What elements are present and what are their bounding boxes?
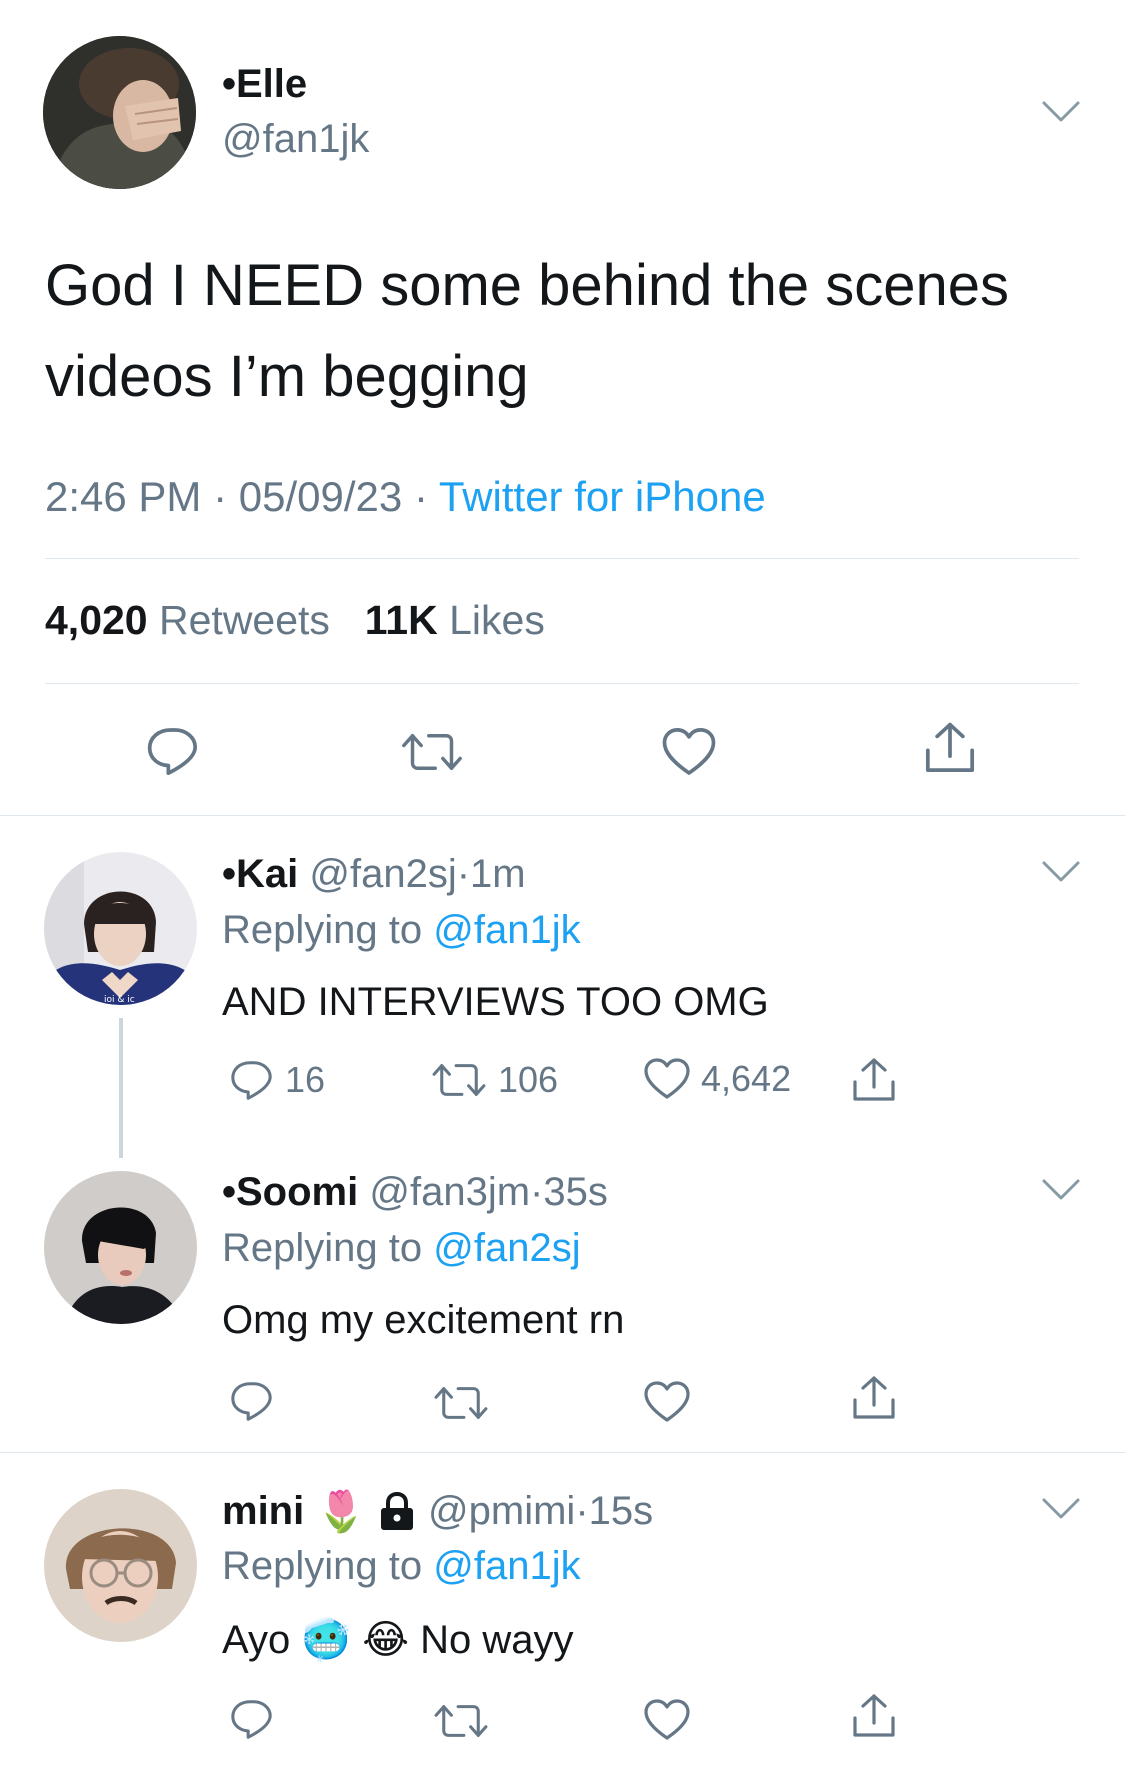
chevron-down-icon[interactable] (1041, 1178, 1081, 1202)
reply-count: 16 (285, 1059, 326, 1100)
replying-label: Replying to (222, 1226, 423, 1270)
tweet-source-link[interactable]: Twitter for iPhone (439, 473, 766, 520)
replying-label: Replying to (222, 1544, 423, 1588)
divider (45, 683, 1079, 684)
divider (0, 1452, 1125, 1453)
handle[interactable]: @fan2sj (309, 852, 456, 896)
retweet-count: 4,020 (45, 597, 148, 643)
separator: · (530, 1170, 544, 1214)
divider (45, 558, 1079, 559)
reply-text-emojis: 🥶 😂 (301, 1618, 409, 1662)
reply-text-start: Ayo (222, 1618, 291, 1662)
chevron-down-icon[interactable] (1041, 1497, 1081, 1521)
display-name[interactable]: •Kai (222, 852, 298, 896)
replying-to: Replying to @fan2sj (222, 1226, 581, 1271)
svg-text:ioi & ic: ioi & ic (104, 995, 135, 1005)
retweet-icon (430, 1057, 488, 1103)
reply-icon[interactable] (229, 1378, 275, 1424)
replying-to: Replying to @fan1jk (222, 908, 581, 953)
separator: · (413, 473, 428, 520)
display-name[interactable]: •Soomi (222, 1170, 358, 1214)
reply-header: •Kai @fan2sj·1m (222, 852, 526, 897)
mention-link[interactable]: @fan2sj (433, 1226, 580, 1270)
retweet-icon[interactable] (398, 726, 466, 778)
timestamp[interactable]: 35s (543, 1170, 608, 1214)
retweet-metric[interactable]: 106 (430, 1057, 558, 1103)
tweet-text-line-1: God I NEED some behind the scenes (45, 253, 1009, 318)
like-count: 11K (364, 597, 438, 643)
like-label: Likes (449, 597, 545, 643)
retweet-stat[interactable]: 4,020 Retweets (45, 597, 341, 643)
replying-label: Replying to (222, 908, 423, 952)
avatar[interactable]: ioi & ic (44, 852, 197, 1005)
handle[interactable]: @fan3jm (369, 1170, 530, 1214)
reply-header: •Soomi @fan3jm·35s (222, 1170, 608, 1215)
tulip-emoji: 🌷 (316, 1490, 367, 1534)
chevron-down-icon[interactable] (1041, 100, 1081, 124)
thread-line (119, 1018, 123, 1158)
tweet-stats: 4,020 Retweets 11K Likes (45, 597, 545, 644)
avatar[interactable] (43, 36, 196, 189)
like-icon[interactable] (643, 1380, 691, 1424)
separator: · (213, 473, 228, 520)
like-metric[interactable]: 4,642 (643, 1057, 791, 1101)
reply-text: Ayo 🥶 😂 No wayy (222, 1616, 574, 1663)
timestamp[interactable]: 15s (589, 1489, 654, 1533)
mention-link[interactable]: @fan1jk (433, 908, 580, 952)
retweet-icon[interactable] (432, 1698, 490, 1744)
handle[interactable]: @pmimi (428, 1489, 575, 1533)
reply-header: mini 🌷 @pmimi·15s (222, 1488, 653, 1535)
reply-icon[interactable] (229, 1696, 275, 1742)
replying-to: Replying to @fan1jk (222, 1544, 581, 1589)
tweet-meta: 2:46 PM · 05/09/23 · Twitter for iPhone (45, 473, 766, 521)
tweet-text: God I NEED some behind the scenes videos… (45, 240, 1009, 422)
like-count: 4,642 (701, 1058, 792, 1099)
reply-text: AND INTERVIEWS TOO OMG (222, 980, 769, 1024)
display-name[interactable]: mini (222, 1489, 304, 1534)
timestamp[interactable]: 1m (470, 852, 526, 896)
divider (0, 815, 1125, 816)
separator: · (575, 1489, 589, 1533)
reply-icon (229, 1057, 275, 1103)
handle[interactable]: @fan1jk (222, 117, 369, 162)
tweet-text-line-2: videos I’m begging (45, 344, 529, 409)
share-icon[interactable] (850, 1374, 898, 1422)
retweet-icon[interactable] (432, 1380, 490, 1426)
share-icon[interactable] (850, 1056, 898, 1104)
like-icon[interactable] (643, 1698, 691, 1742)
separator: · (456, 852, 471, 896)
share-icon[interactable] (922, 720, 978, 776)
tweet-date: 05/09/23 (238, 473, 403, 520)
reply-text-end: No wayy (420, 1618, 574, 1662)
mention-link[interactable]: @fan1jk (433, 1544, 580, 1588)
like-icon (643, 1057, 691, 1101)
display-name[interactable]: •Elle (222, 62, 307, 107)
share-icon[interactable] (850, 1692, 898, 1740)
reply-metric[interactable]: 16 (229, 1057, 325, 1103)
retweet-count: 106 (498, 1059, 559, 1100)
retweet-label: Retweets (159, 597, 330, 643)
tweet-time: 2:46 PM (45, 473, 202, 520)
reply-text: Omg my excitement rn (222, 1298, 625, 1342)
reply-icon[interactable] (145, 723, 201, 779)
avatar[interactable] (44, 1489, 197, 1642)
avatar[interactable] (44, 1171, 197, 1324)
lock-icon (381, 1491, 414, 1530)
like-icon[interactable] (661, 726, 717, 778)
chevron-down-icon[interactable] (1041, 860, 1081, 884)
like-stat[interactable]: 11K Likes (365, 597, 545, 643)
